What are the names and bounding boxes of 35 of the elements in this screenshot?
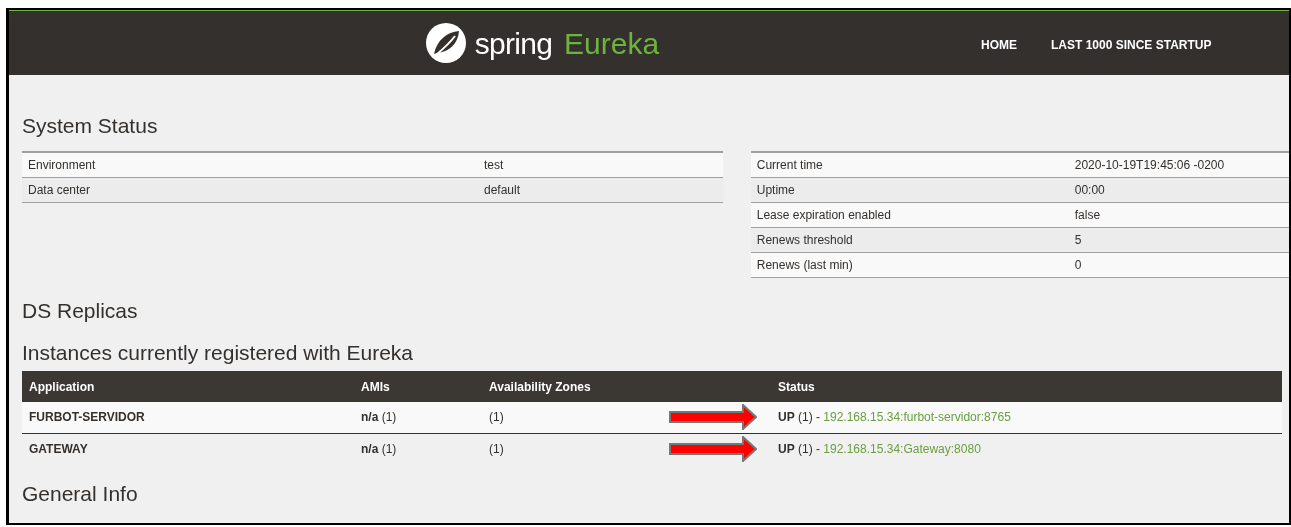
section-heading: General Info: [22, 481, 139, 507]
table-cell-text: Current time: [755, 157, 824, 174]
table-cell-text: (1): [489, 440, 504, 458]
table-cell-text: false: [1073, 207, 1101, 224]
table-cell-text: test: [483, 157, 504, 174]
status-text: UP (1) -: [778, 440, 821, 458]
section-heading: Instances currently registered with Eureka: [22, 340, 414, 366]
table-cell: GATEWAY: [22, 433, 354, 464]
table-cell: FURBOT-SERVIDOR: [22, 402, 354, 433]
table-cell-text: (1): [489, 409, 504, 427]
table-cell-text: 0: [1073, 257, 1082, 274]
table-cell-text: Lease expiration enabled: [755, 207, 892, 224]
column-header: Availability Zones: [482, 371, 771, 402]
table-cell-text: default: [483, 182, 521, 199]
nav-link[interactable]: HOME: [981, 36, 1017, 54]
column-header: Application: [22, 371, 354, 402]
section-heading: DS Replicas: [22, 298, 139, 324]
leaf-logo-icon: [424, 22, 467, 64]
product-name: Eureka: [564, 25, 660, 62]
table-cell-text: 5: [1073, 232, 1082, 249]
table-cell-text: Renews threshold: [755, 232, 854, 249]
table-cell-text: Uptime: [755, 182, 796, 199]
table-cell-text: 2020-10-19T19:45:06 -0200: [1073, 157, 1225, 174]
section-heading: System Status: [22, 113, 159, 139]
table-cell: n/a (1): [354, 433, 482, 464]
nav-link[interactable]: LAST 1000 SINCE STARTUP: [1051, 36, 1212, 54]
table-cell-text: Renews (last min): [755, 257, 854, 274]
table-cell: n/a (1): [354, 402, 482, 433]
column-header: AMIs: [354, 371, 482, 402]
table-cell-text: 00:00: [1073, 182, 1105, 199]
table-cell-text: Data center: [27, 182, 92, 199]
brand-name: spring: [474, 25, 553, 62]
status-text: UP (1) -: [778, 409, 821, 427]
column-header: Status: [771, 371, 1282, 402]
table-cell-text: Environment: [27, 157, 97, 174]
